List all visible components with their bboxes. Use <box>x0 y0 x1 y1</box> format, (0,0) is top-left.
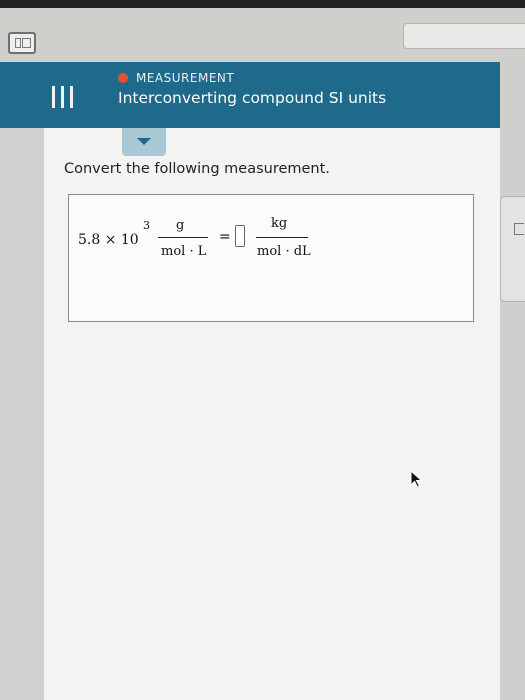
left-gutter <box>0 62 44 700</box>
sidebar-toggle-icon[interactable] <box>8 32 36 54</box>
coefficient: 5.8 × 10 <box>78 232 139 248</box>
target-fraction-bar <box>256 237 308 238</box>
page-title: Interconverting compound SI units <box>118 89 387 107</box>
target-unit-denominator: mol · dL <box>257 244 311 259</box>
bezel <box>0 0 525 8</box>
screen: MEASUREMENT Interconverting compound SI … <box>0 0 525 700</box>
right-panel <box>500 62 525 700</box>
chevron-down-icon <box>137 138 151 145</box>
mouse-pointer-icon <box>410 470 423 488</box>
given-unit-denominator: mol · L <box>161 244 207 259</box>
panel-tool-icon <box>514 223 524 235</box>
exponent: 3 <box>143 219 150 232</box>
collapse-tab[interactable] <box>122 128 166 156</box>
target-unit-numerator: kg <box>271 216 288 231</box>
given-unit-numerator: g <box>176 218 185 233</box>
topic-text: MEASUREMENT <box>136 71 235 85</box>
equals-sign: = <box>219 229 231 245</box>
given-fraction-bar <box>158 237 208 238</box>
answer-input[interactable] <box>235 225 245 247</box>
topic-label: MEASUREMENT <box>118 70 234 86</box>
instruction-text: Convert the following measurement. <box>64 161 330 177</box>
side-tool-button[interactable] <box>500 196 525 302</box>
hamburger-menu-icon[interactable] <box>52 86 76 108</box>
status-dot-icon <box>118 73 128 83</box>
address-bar[interactable] <box>403 23 525 49</box>
browser-toolbar <box>0 8 525 63</box>
